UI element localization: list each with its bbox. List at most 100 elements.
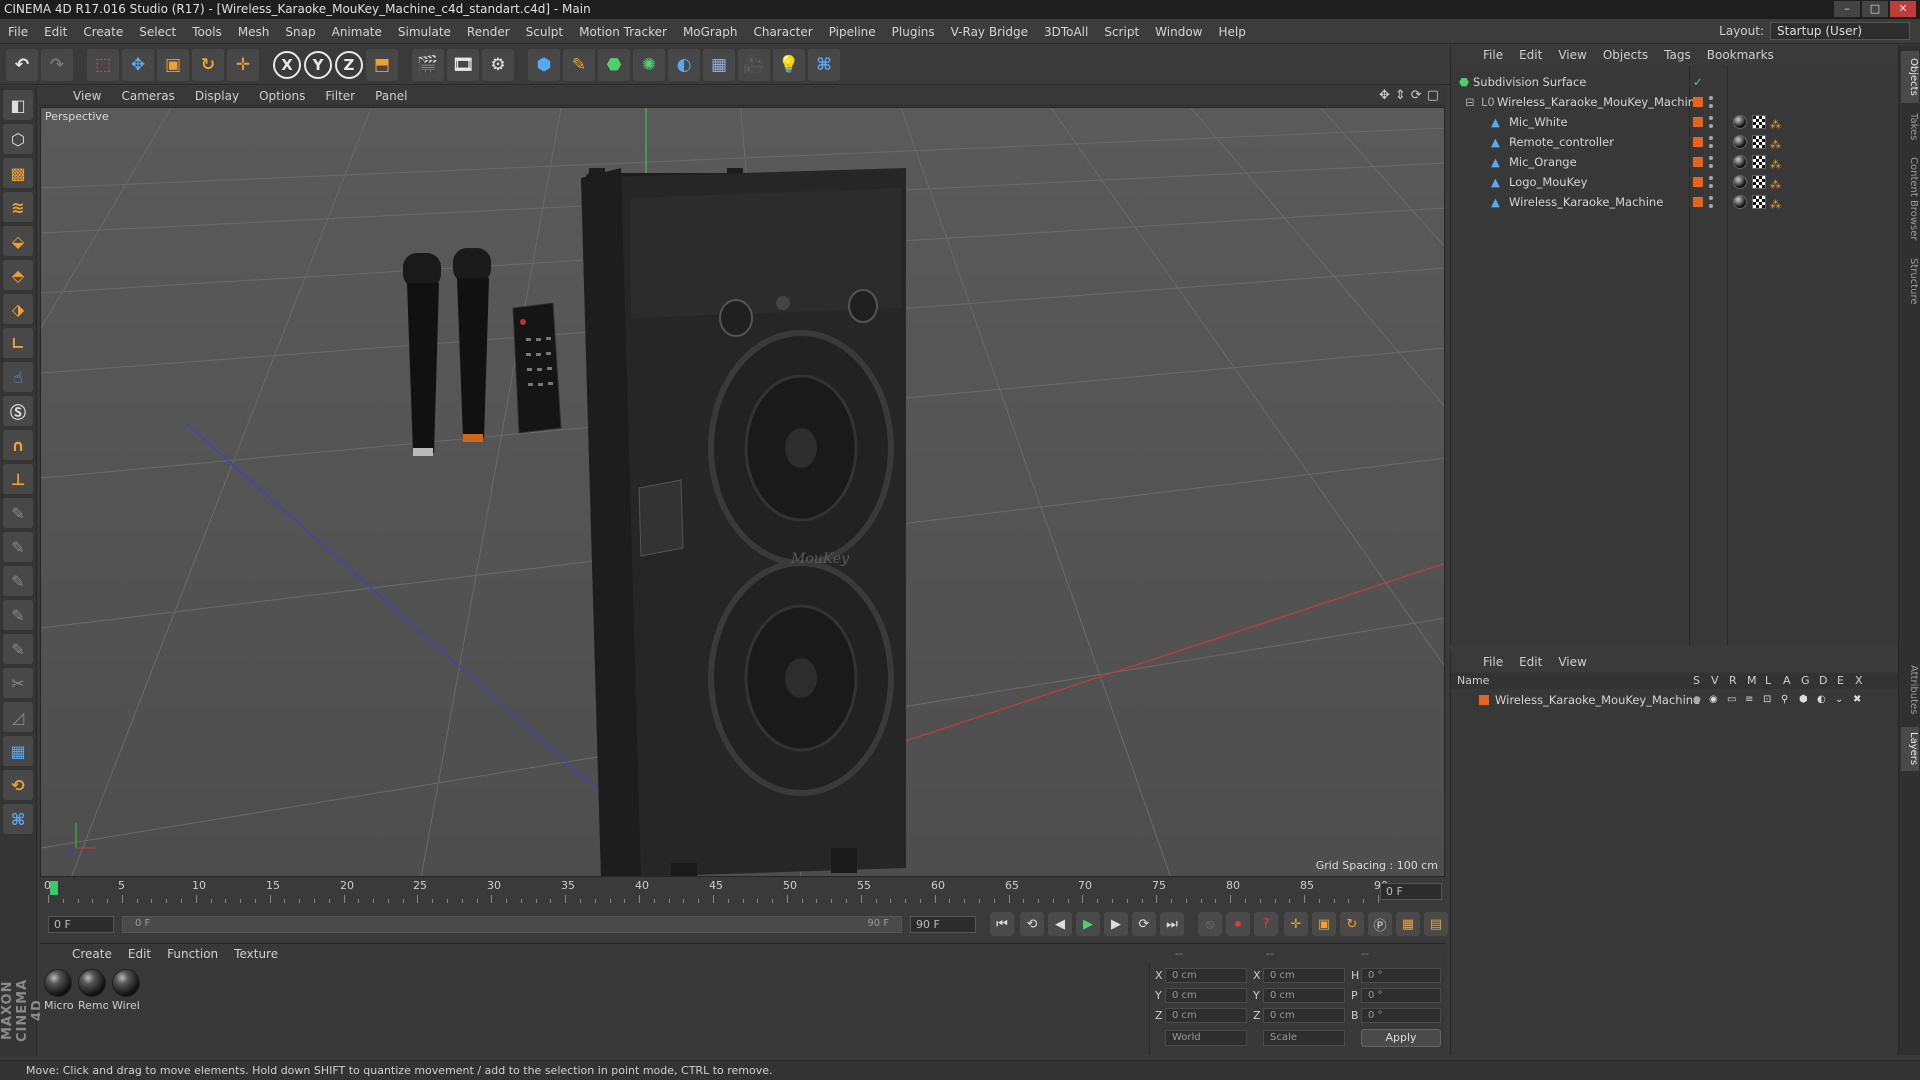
transform-tool-icon[interactable]: ✛	[227, 48, 259, 81]
move-tool-icon[interactable]: ✥	[122, 48, 154, 81]
tab-attributes[interactable]: Attributes	[1901, 657, 1919, 723]
tab-layers[interactable]: Layers	[1901, 727, 1919, 771]
material-tag-icon[interactable]	[1733, 175, 1747, 189]
close-button[interactable]: ✕	[1890, 1, 1916, 17]
render-visibility-dot[interactable]	[1709, 124, 1713, 128]
solo-icon[interactable]: Ⓢ	[3, 396, 33, 426]
object-row-mic-orange[interactable]: ▲ Mic_Orange ⁂	[1451, 152, 1898, 172]
array-icon[interactable]: ✺	[633, 48, 665, 81]
material-menu-function[interactable]: Function	[159, 947, 226, 961]
deformers-icon[interactable]: ◐	[1817, 690, 1826, 710]
object-row-wireless-karaoke-machine[interactable]: ▲ Wireless_Karaoke_Machine ⁂	[1451, 192, 1898, 212]
editor-visibility-dot[interactable]	[1709, 116, 1713, 120]
key-position-icon[interactable]: ✛	[1284, 912, 1308, 936]
menu-sculpt[interactable]: Sculpt	[518, 25, 571, 39]
layer-color-swatch[interactable]	[1693, 117, 1703, 127]
timeline-window-icon[interactable]: ▤	[1424, 912, 1448, 936]
magnet-icon[interactable]: ∩	[3, 430, 33, 460]
menu-window[interactable]: Window	[1147, 25, 1210, 39]
layer-color-swatch[interactable]	[1479, 695, 1489, 705]
deformer-icon[interactable]: ◐	[668, 48, 700, 81]
material-tag-icon[interactable]	[1733, 115, 1747, 129]
viewport-menu-options[interactable]: Options	[250, 89, 314, 103]
menu-file[interactable]: File	[0, 25, 36, 39]
tweak-mode-icon[interactable]: ☝	[3, 362, 33, 392]
layer-color-swatch[interactable]	[1693, 137, 1703, 147]
objects-menu-edit[interactable]: Edit	[1511, 48, 1550, 62]
end-frame-field[interactable]: 90 F	[910, 916, 976, 933]
menu-character[interactable]: Character	[745, 25, 820, 39]
layer-col-a[interactable]: A	[1783, 673, 1791, 689]
render-visibility-dot[interactable]	[1709, 204, 1713, 208]
key-scale-icon[interactable]: ▣	[1312, 912, 1336, 936]
editor-visibility-dot[interactable]	[1709, 156, 1713, 160]
menu-script[interactable]: Script	[1096, 25, 1147, 39]
rotation-p-field[interactable]: 0 °	[1361, 988, 1441, 1003]
brush-ps-icon[interactable]: ✎	[3, 600, 33, 630]
manager-icon[interactable]: ≡	[1745, 690, 1753, 710]
frame-range-slider[interactable]: 0 F 90 F	[122, 916, 902, 933]
menu-vray-bridge[interactable]: V-Ray Bridge	[943, 25, 1036, 39]
rotate-tool-icon[interactable]: ↻	[192, 48, 224, 81]
z-axis-lock-button[interactable]: Z	[335, 50, 363, 79]
coordinate-space-dropdown[interactable]: World	[1165, 1030, 1247, 1046]
previous-frame-icon[interactable]: ◀	[1048, 912, 1072, 936]
uvw-tag-icon[interactable]	[1752, 135, 1766, 149]
key-parameter-icon[interactable]: Ⓟ	[1368, 912, 1392, 936]
size-x-field[interactable]: 0 cm	[1263, 968, 1345, 983]
menu-plugins[interactable]: Plugins	[884, 25, 943, 39]
menu-snap[interactable]: Snap	[277, 25, 323, 39]
material-menu-texture[interactable]: Texture	[226, 947, 286, 961]
y-axis-lock-button[interactable]: Y	[304, 50, 332, 79]
microphone-orange-model[interactable]	[453, 248, 491, 442]
viewport-menu-panel[interactable]: Panel	[366, 89, 416, 103]
render-visibility-dot[interactable]	[1709, 164, 1713, 168]
material-tag-icon[interactable]	[1733, 135, 1747, 149]
layer-color-swatch[interactable]	[1693, 157, 1703, 167]
menu-motion-tracker[interactable]: Motion Tracker	[571, 25, 675, 39]
render-visibility-dot[interactable]	[1709, 184, 1713, 188]
sculpt-brush-icon[interactable]: ✎	[3, 634, 33, 664]
layout-dropdown[interactable]: Startup (User)	[1770, 22, 1910, 40]
play-icon[interactable]: ▶	[1076, 912, 1100, 936]
render-icon[interactable]: ▭	[1727, 690, 1736, 710]
coordinate-system-icon[interactable]: ⬒	[366, 48, 398, 81]
record-active-icon[interactable]: ⦸	[1198, 912, 1222, 936]
scale-tool-icon[interactable]: ▣	[157, 48, 189, 81]
layer-col-r[interactable]: R	[1729, 673, 1737, 689]
autokey-icon[interactable]: ⏺	[1226, 912, 1250, 936]
object-row-subdivision-surface[interactable]: ⬣ Subdivision Surface ✓	[1451, 72, 1898, 92]
render-picture-viewer-icon[interactable]: 🎞	[447, 48, 479, 81]
menu-help[interactable]: Help	[1210, 25, 1253, 39]
editor-visibility-dot[interactable]	[1709, 136, 1713, 140]
grid-lock-icon[interactable]: ▦	[3, 736, 33, 766]
workplane-icon[interactable]: ≋	[3, 192, 33, 222]
layer-color-swatch[interactable]	[1693, 97, 1703, 107]
minimize-button[interactable]: –	[1834, 1, 1860, 17]
apply-button[interactable]: Apply	[1361, 1029, 1441, 1047]
maximize-button[interactable]: □	[1862, 1, 1888, 17]
x-axis-lock-button[interactable]: X	[273, 50, 301, 79]
floor-icon[interactable]: ▦	[703, 48, 735, 81]
next-key-icon[interactable]: ⟳	[1132, 912, 1156, 936]
python-console-icon[interactable]: ⌘	[3, 804, 33, 834]
render-visibility-dot[interactable]	[1709, 104, 1713, 108]
layers-menu-view[interactable]: View	[1550, 655, 1594, 669]
layer-row[interactable]: Wireless_Karaoke_MouKey_Machine ● ◉ ▭ ≡ …	[1451, 690, 1898, 710]
tab-takes[interactable]: Takes	[1901, 107, 1919, 147]
material-swatch[interactable]: Remo	[78, 969, 108, 1012]
undo-icon[interactable]: ↶	[6, 48, 38, 81]
menu-animate[interactable]: Animate	[324, 25, 390, 39]
next-frame-icon[interactable]: ▶	[1104, 912, 1128, 936]
menu-simulate[interactable]: Simulate	[390, 25, 459, 39]
brush-r-icon[interactable]: ✎	[3, 566, 33, 596]
model-mode-icon[interactable]: ⬡	[3, 124, 33, 154]
lock-icon[interactable]: ⊡	[1763, 690, 1771, 710]
viewport-menu-filter[interactable]: Filter	[316, 89, 364, 103]
size-y-field[interactable]: 0 cm	[1263, 988, 1345, 1003]
render-view-icon[interactable]: 🎬	[412, 48, 444, 81]
object-row-remote-controller[interactable]: ▲ Remote_controller ⁂	[1451, 132, 1898, 152]
keyframe-selection-icon[interactable]: ?	[1254, 912, 1278, 936]
camera-icon[interactable]: 🎥	[738, 48, 770, 81]
dolly-icon[interactable]: ⇕	[1395, 88, 1406, 103]
